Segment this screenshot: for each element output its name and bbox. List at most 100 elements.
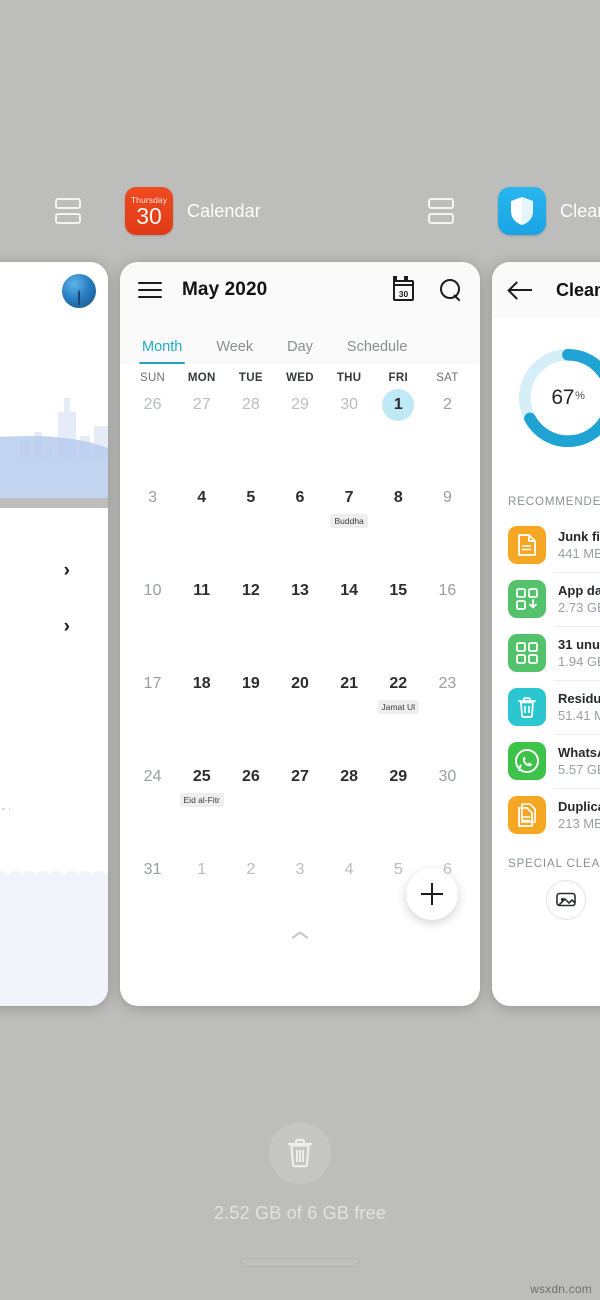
cleanup-list-item[interactable]: Duplicate files 213 MB [492, 788, 600, 842]
calendar-day-cell[interactable]: 13 [275, 570, 324, 663]
calendar-day-cell[interactable]: 3 [128, 477, 177, 570]
cleanup-item-size: 2.73 GB [558, 600, 600, 615]
calendar-day-cell[interactable]: 9 [423, 477, 472, 570]
recents-card-browser[interactable]: › › ment [0, 262, 108, 1006]
calendar-day-cell[interactable]: 2 [423, 384, 472, 477]
cleanup-title: Cleanup [556, 279, 600, 300]
calendar-day-cell[interactable]: 10 [128, 570, 177, 663]
clear-all-button[interactable] [269, 1122, 331, 1184]
calendar-day-cell[interactable]: 14 [325, 570, 374, 663]
calendar-view-tabs: Month Week Day Schedule [120, 318, 480, 364]
calendar-day-cell[interactable]: 4 [325, 849, 374, 942]
cleanup-item-text: Duplicate files 213 MB [558, 799, 600, 831]
calendar-app-bar: May 2020 30 [120, 262, 480, 318]
calendar-event-chip[interactable]: Jamat Ul [377, 700, 420, 714]
calendar-day-cell[interactable]: 28 [226, 384, 275, 477]
calendar-day-cell[interactable]: 22 Jamat Ul [374, 663, 423, 756]
cleanup-list-item[interactable]: App data 2.73 GB [492, 572, 600, 626]
search-icon[interactable] [440, 279, 462, 301]
calendar-day-cell[interactable]: 2 [226, 849, 275, 942]
calendar-day-cell[interactable]: 27 [177, 384, 226, 477]
tab-week[interactable]: Week [216, 339, 253, 364]
calendar-day-cell[interactable]: 3 [275, 849, 324, 942]
calendar-day-cell[interactable]: 31 [128, 849, 177, 942]
cleanup-item-text: App data 2.73 GB [558, 583, 600, 615]
calendar-day-cell[interactable]: 27 [275, 756, 324, 849]
chevron-right-icon[interactable]: › [64, 616, 70, 638]
calendar-app-icon[interactable]: Thursday 30 [125, 187, 173, 235]
calendar-day-cell[interactable]: 1 [374, 384, 423, 477]
calendar-week-row: 10 11 12 13 14 15 16 [128, 570, 472, 663]
calendar-day-cell[interactable]: 24 [128, 756, 177, 849]
calendar-day-cell[interactable]: 26 [226, 756, 275, 849]
calendar-day-cell[interactable]: 28 [325, 756, 374, 849]
split-screen-icon[interactable] [55, 198, 81, 224]
calendar-day-number: 23 [438, 675, 457, 692]
calendar-day-number: 26 [241, 768, 260, 785]
cleanup-list-item[interactable]: 31 unused apps 1.94 GB [492, 626, 600, 680]
calendar-day-cell[interactable]: 16 [423, 570, 472, 663]
tab-schedule[interactable]: Schedule [347, 339, 407, 364]
calendar-day-number: 26 [143, 396, 162, 413]
tab-month[interactable]: Month [138, 339, 186, 364]
calendar-day-cell[interactable]: 20 [275, 663, 324, 756]
calendar-day-cell[interactable]: 23 [423, 663, 472, 756]
calendar-day-cell[interactable]: 4 [177, 477, 226, 570]
recents-card-cleanup[interactable]: Cleanup 67% RECOMMENDED Junk files 441 MB… [492, 262, 600, 1006]
back-arrow-icon[interactable] [510, 281, 534, 299]
cleanup-item-size: 5.57 GB [558, 762, 600, 777]
calendar-day-cell[interactable]: 18 [177, 663, 226, 756]
calendar-day-cell[interactable]: 29 [374, 756, 423, 849]
hamburger-menu-icon[interactable] [138, 282, 162, 298]
calendar-day-cell[interactable]: 30 [423, 756, 472, 849]
calendar-day-cell[interactable]: 12 [226, 570, 275, 663]
calendar-day-cell[interactable]: 6 [275, 477, 324, 570]
split-screen-icon[interactable] [428, 198, 454, 224]
weekday-mon: MON [187, 372, 216, 384]
cleanup-list-item[interactable]: Junk files 441 MB [492, 518, 600, 572]
calendar-day-cell[interactable]: 21 [325, 663, 374, 756]
calendar-day-cell[interactable]: 19 [226, 663, 275, 756]
shield-app-icon[interactable] [498, 187, 546, 235]
calendar-date-icon-day: 30 [398, 288, 409, 299]
calendar-day-number: 29 [389, 768, 408, 785]
calendar-day-cell[interactable]: 26 [128, 384, 177, 477]
calendar-week-row: 26 27 28 29 30 1 2 [128, 384, 472, 477]
chevron-right-icon[interactable]: › [64, 560, 70, 582]
cleanup-item-title: 31 unused apps [558, 637, 600, 652]
chevron-up-icon[interactable] [291, 930, 309, 940]
calendar-day-number: 18 [192, 675, 211, 692]
cleanup-list-item[interactable]: WhatsApp 5.57 GB [492, 734, 600, 788]
calendar-day-cell[interactable]: 30 [325, 384, 374, 477]
weekday-tue: TUE [238, 372, 263, 384]
cleanup-list-item[interactable]: Residual files 51.41 MB [492, 680, 600, 734]
globe-avatar-icon[interactable] [62, 274, 96, 308]
calendar-event-chip[interactable]: Eid al-Fitr [179, 793, 224, 807]
calendar-event-chip[interactable]: Buddha [330, 514, 368, 528]
calendar-day-number: 2 [246, 861, 256, 878]
cleanup-item-size: 441 MB [558, 546, 600, 561]
tab-day[interactable]: Day [287, 339, 313, 364]
calendar-day-cell[interactable]: 17 [128, 663, 177, 756]
calendar-day-cell[interactable]: 7 Buddha [325, 477, 374, 570]
calendar-day-number: 7 [344, 489, 354, 506]
calendar-day-cell[interactable]: 25 Eid al-Fitr [177, 756, 226, 849]
calendar-day-number: 9 [442, 489, 452, 506]
calendar-day-cell[interactable]: 8 [374, 477, 423, 570]
calendar-day-cell[interactable]: 1 [177, 849, 226, 942]
home-indicator[interactable] [240, 1258, 360, 1267]
calendar-date-icon[interactable]: 30 [393, 275, 414, 301]
calendar-day-cell[interactable]: 11 [177, 570, 226, 663]
calendar-day-cell[interactable]: 29 [275, 384, 324, 477]
photo-cleanup-icon[interactable] [546, 880, 586, 920]
trash-icon [508, 688, 546, 726]
calendar-day-number: 21 [340, 675, 359, 692]
calendar-day-cell[interactable]: 15 [374, 570, 423, 663]
calendar-day-number: 12 [241, 582, 260, 599]
recents-screen: Thursday 30 Calendar Cleanup [0, 0, 600, 1300]
recents-card-calendar[interactable]: May 2020 30 Month Week Day Schedule SUN … [120, 262, 480, 1006]
calendar-day-cell[interactable]: 5 [226, 477, 275, 570]
calendar-day-number: 20 [291, 675, 309, 692]
calendar-week-row: 3 4 5 6 7 Buddha 8 9 [128, 477, 472, 570]
browser-card-hero [0, 262, 108, 498]
